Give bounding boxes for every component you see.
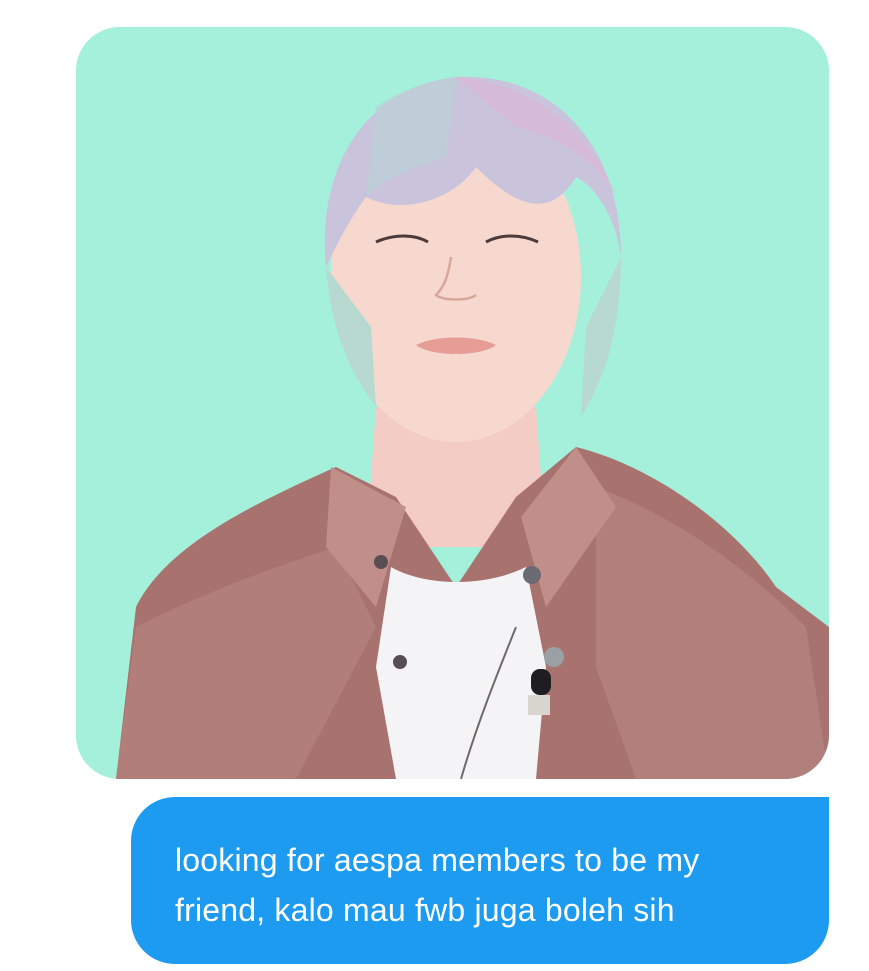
tshirt-shape [376, 567, 546, 779]
photo-attachment [76, 27, 829, 779]
image-message-bubble[interactable] [76, 27, 829, 779]
dm-conversation-screen: looking for aespa members to be my frien… [0, 0, 869, 971]
message-text: looking for aespa members to be my frien… [175, 842, 700, 928]
text-message-bubble[interactable]: looking for aespa members to be my frien… [131, 797, 829, 964]
